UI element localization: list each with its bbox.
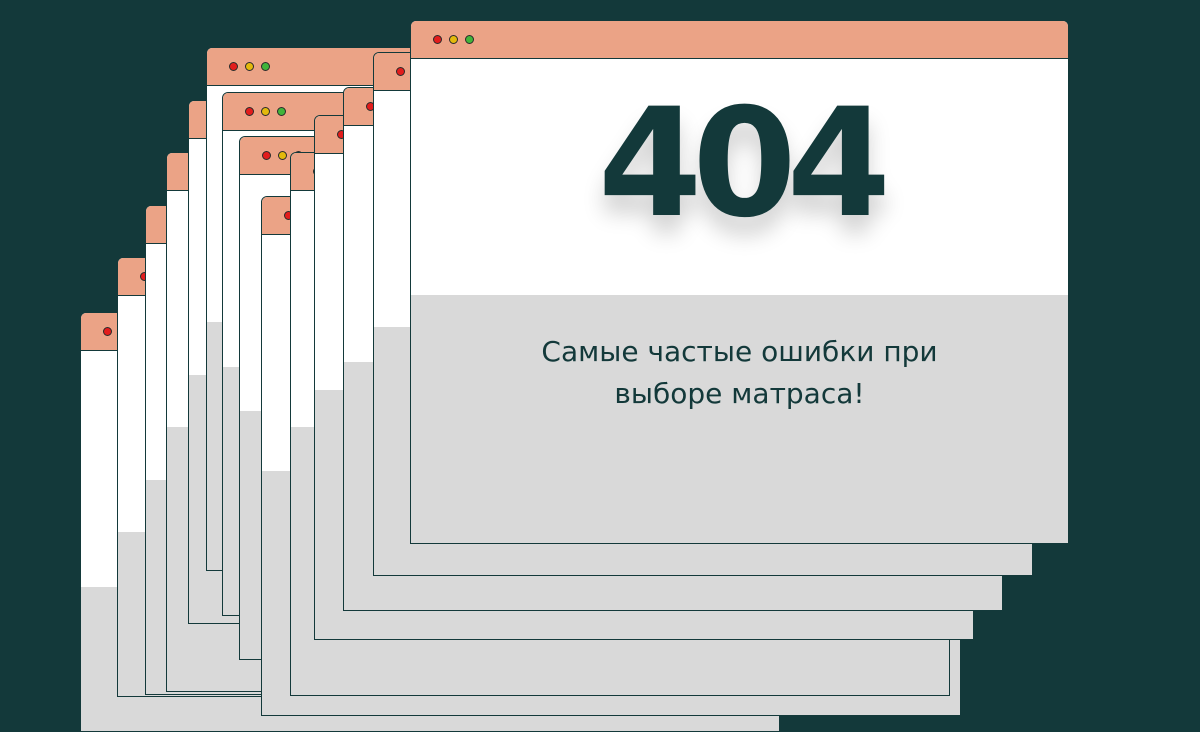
maximize-dot-icon	[465, 35, 474, 44]
close-dot-icon	[433, 35, 442, 44]
minimize-dot-icon	[449, 35, 458, 44]
close-dot-icon	[396, 67, 405, 76]
error-code-heading: 404	[597, 77, 891, 251]
caption-line-1: Самые частые ошибки при	[541, 335, 938, 368]
close-dot-icon	[262, 151, 271, 160]
close-dot-icon	[103, 327, 112, 336]
minimize-dot-icon	[245, 62, 254, 71]
maximize-dot-icon	[277, 107, 286, 116]
caption-line-2: выборе матраса!	[614, 377, 865, 410]
minimize-dot-icon	[278, 151, 287, 160]
maximize-dot-icon	[261, 62, 270, 71]
caption-text: Самые частые ошибки при выборе матраса!	[471, 331, 1008, 415]
titlebar	[411, 21, 1068, 59]
browser-window-front: 404 Самые частые ошибки при выборе матра…	[410, 20, 1069, 544]
close-dot-icon	[245, 107, 254, 116]
minimize-dot-icon	[261, 107, 270, 116]
close-dot-icon	[229, 62, 238, 71]
